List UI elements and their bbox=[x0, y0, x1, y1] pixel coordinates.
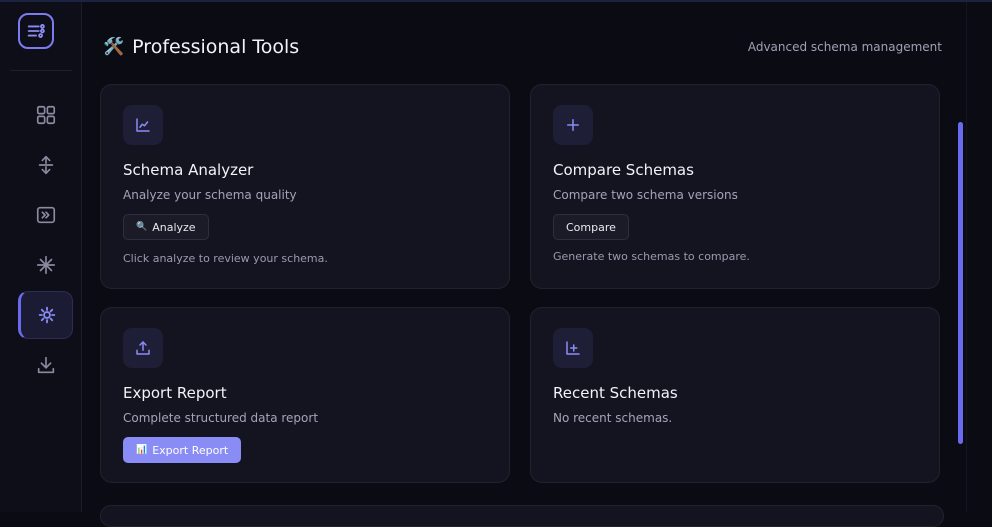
sidebar-item-download[interactable] bbox=[18, 341, 73, 389]
download-icon bbox=[37, 356, 54, 374]
magnifier-icon: 🔍 bbox=[136, 222, 148, 232]
sidebar-item-dashboard[interactable] bbox=[18, 91, 73, 139]
empty-state-text: No recent schemas. bbox=[553, 411, 673, 425]
export-report-button[interactable]: 📊 Export Report bbox=[123, 437, 242, 463]
plus-icon bbox=[553, 105, 593, 145]
terminal-icon bbox=[36, 206, 55, 224]
chart-icon bbox=[123, 105, 163, 145]
card-title: Schema Analyzer bbox=[123, 161, 254, 179]
scrollbar-thumb[interactable] bbox=[958, 122, 963, 444]
bar-chart-icon: 📊 bbox=[136, 445, 148, 455]
app-logo-icon[interactable] bbox=[18, 13, 54, 49]
compare-button-label: Compare bbox=[566, 220, 616, 234]
scrollbar-track[interactable] bbox=[966, 2, 992, 512]
sidebar-item-tools[interactable] bbox=[18, 291, 73, 339]
sidebar bbox=[0, 2, 82, 512]
grid-icon bbox=[36, 105, 55, 125]
main-panel: 🛠️ Professional Tools Advanced schema ma… bbox=[82, 2, 966, 512]
sidebar-item-generate[interactable] bbox=[18, 241, 73, 289]
export-report-card: Export Report Complete structured data r… bbox=[100, 307, 510, 483]
card-title: Compare Schemas bbox=[553, 161, 694, 179]
card-title: Recent Schemas bbox=[553, 384, 678, 402]
compare-schemas-card: Compare Schemas Compare two schema versi… bbox=[530, 84, 940, 289]
schema-analyzer-card: Schema Analyzer Analyze your schema qual… bbox=[100, 84, 510, 289]
card-description: Compare two schema versions bbox=[553, 188, 738, 202]
card-description: Complete structured data report bbox=[123, 411, 319, 425]
page-subtitle: Advanced schema management bbox=[747, 40, 942, 54]
export-report-button-label: Export Report bbox=[152, 443, 229, 457]
analyze-button-label: Analyze bbox=[152, 220, 196, 234]
sidebar-divider bbox=[10, 70, 72, 71]
add-chart-icon bbox=[553, 328, 593, 368]
card-note: Generate two schemas to compare. bbox=[553, 250, 750, 263]
gear-icon bbox=[38, 306, 55, 324]
upload-icon bbox=[123, 328, 163, 368]
card-title: Export Report bbox=[123, 384, 227, 402]
arrows-vertical-icon bbox=[38, 155, 53, 175]
sidebar-item-console[interactable] bbox=[18, 191, 73, 239]
page-title: 🛠️ Professional Tools bbox=[103, 36, 299, 58]
compare-button[interactable]: Compare bbox=[553, 214, 629, 240]
sparkle-icon bbox=[36, 255, 55, 275]
tools-icon: 🛠️ bbox=[103, 37, 125, 57]
card-description: Analyze your schema quality bbox=[123, 188, 297, 202]
next-card-partial bbox=[100, 505, 944, 527]
recent-schemas-card: Recent Schemas No recent schemas. bbox=[530, 307, 940, 483]
page-title-text: Professional Tools bbox=[132, 36, 300, 58]
card-note: Click analyze to review your schema. bbox=[123, 252, 328, 265]
analyze-button[interactable]: 🔍 Analyze bbox=[123, 214, 209, 240]
sidebar-item-transform[interactable] bbox=[18, 141, 73, 189]
